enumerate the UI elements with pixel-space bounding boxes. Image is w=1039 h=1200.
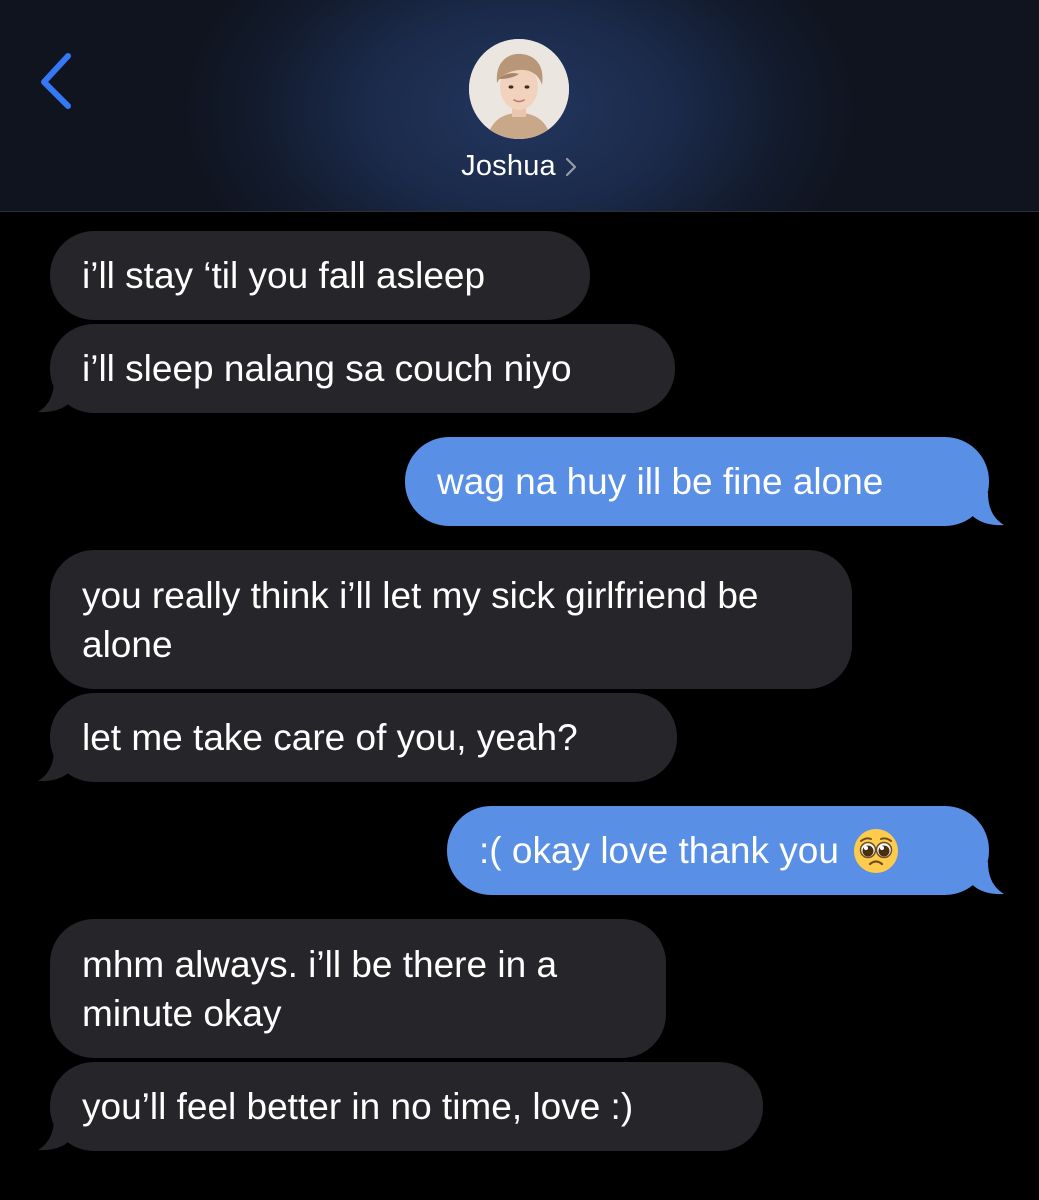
message-text: mhm always. i’ll be there in a minute ok… — [82, 944, 558, 1034]
message-bubble-incoming[interactable]: i’ll stay ‘til you fall asleep — [50, 231, 590, 320]
bubble-tail-incoming — [38, 380, 72, 413]
back-button[interactable] — [30, 44, 86, 116]
message-text: wag na huy ill be fine alone — [437, 461, 884, 502]
message-bubble-incoming[interactable]: you really think i’ll let my sick girlfr… — [50, 550, 852, 689]
avatar-photo — [469, 39, 569, 139]
message-text: :( okay love thank you — [479, 830, 839, 871]
message-text: i’ll sleep nalang sa couch niyo — [82, 348, 572, 389]
bubble-tail-outgoing — [970, 493, 1004, 526]
bubble-tail-outgoing — [970, 862, 1004, 895]
message-bubble-incoming[interactable]: let me take care of you, yeah? — [50, 693, 677, 782]
pleading-face-emoji — [853, 828, 898, 873]
bubble-tail-incoming — [38, 749, 72, 782]
message-bubble-incoming[interactable]: i’ll sleep nalang sa couch niyo — [50, 324, 675, 413]
chevron-right-icon — [565, 157, 576, 177]
contact-name: Joshua — [461, 149, 556, 182]
bubble-tail-incoming — [38, 1118, 72, 1151]
message-bubble-incoming[interactable]: mhm always. i’ll be there in a minute ok… — [50, 919, 666, 1058]
message-text: you really think i’ll let my sick girlfr… — [82, 575, 759, 665]
contact-avatar[interactable] — [469, 39, 569, 139]
message-text: let me take care of you, yeah? — [82, 717, 578, 758]
chevron-left-icon — [41, 53, 71, 109]
contact-details-link[interactable]: Joshua — [0, 146, 1039, 186]
conversation-header: Joshua — [0, 0, 1039, 212]
message-bubble-incoming[interactable]: you’ll feel better in no time, love :) — [50, 1062, 763, 1151]
message-text: i’ll stay ‘til you fall asleep — [82, 255, 486, 296]
message-text: you’ll feel better in no time, love :) — [82, 1086, 634, 1127]
message-bubble-outgoing[interactable]: wag na huy ill be fine alone — [405, 437, 989, 526]
message-bubble-outgoing[interactable]: :( okay love thank you — [447, 806, 989, 895]
